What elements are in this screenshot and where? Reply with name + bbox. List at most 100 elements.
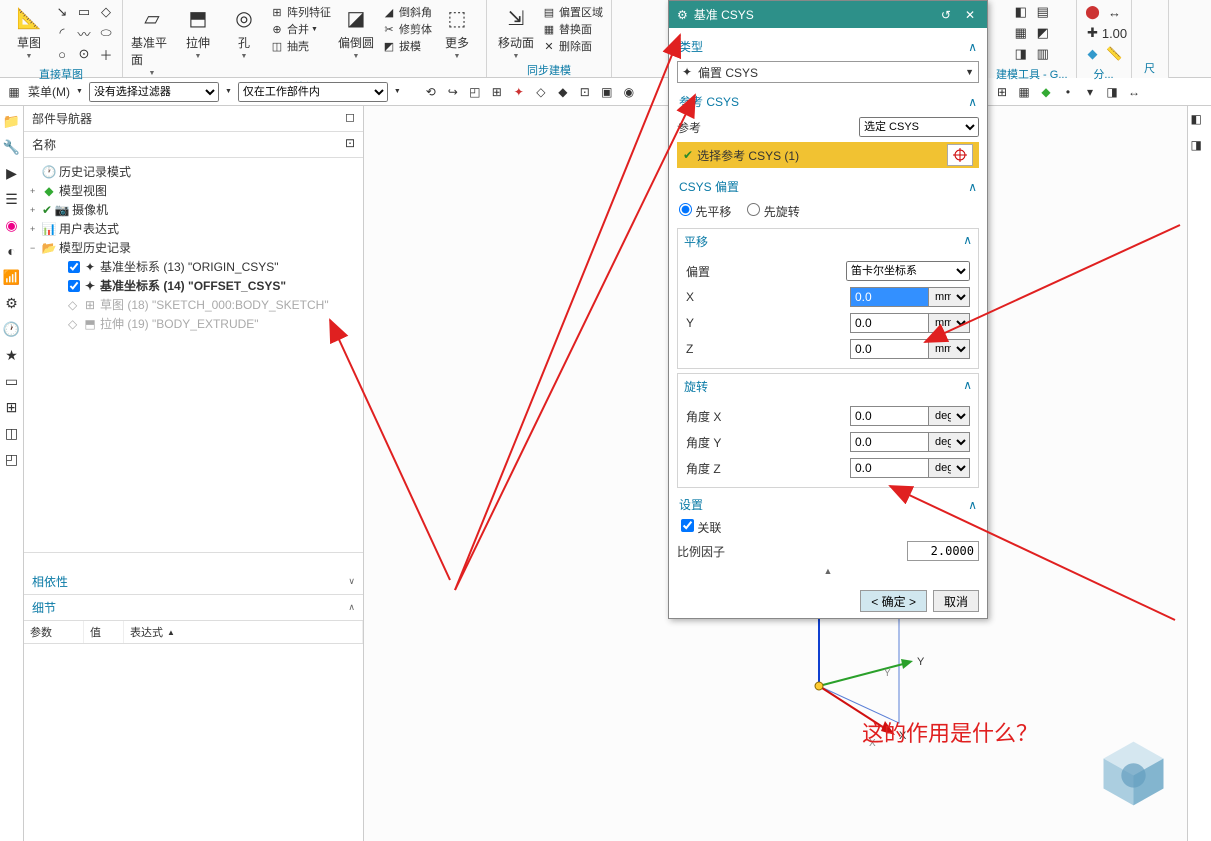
- part-navigator: 部件导航器 ◻ 名称 ⊡ 🕐历史记录模式 +◆模型视图 +✔📷摄像机 +📊用户表达式…: [24, 106, 364, 841]
- arc-icon[interactable]: ◜: [54, 25, 70, 41]
- delete-face-button[interactable]: ✕删除面: [541, 38, 603, 54]
- ribbon-group-build: ◧▦ ◨▤ ◩▥ 建模工具 - G...: [988, 0, 1077, 78]
- undock-icon[interactable]: ◻: [345, 110, 355, 127]
- detail-section[interactable]: 细节∧: [24, 595, 363, 621]
- detail-table: 参数 值 表达式▲: [24, 621, 363, 841]
- more-button[interactable]: ⬚更多▼: [436, 4, 478, 60]
- ribbon-group-dim: 尺: [1132, 0, 1169, 78]
- close-icon[interactable]: ✕: [961, 8, 979, 22]
- replace-face-button[interactable]: ▦替换面: [541, 21, 603, 37]
- dialog-titlebar[interactable]: ⚙ 基准 CSYS ↺ ✕: [669, 1, 987, 28]
- move-face-button[interactable]: ⇲移动面▼: [495, 4, 537, 60]
- rx-input[interactable]: [850, 406, 928, 426]
- ref-type-select[interactable]: 选定 CSYS: [859, 117, 979, 137]
- chamfer-button[interactable]: ◢倒斜角: [381, 4, 432, 20]
- navigator-title: 部件导航器: [32, 110, 92, 127]
- ribbon-group-analyze: ⬤✚ ◆↔ 1.00📏 分...: [1077, 0, 1132, 78]
- nav-tab[interactable]: 📁: [3, 112, 21, 130]
- settings-section[interactable]: 设置∧: [677, 492, 979, 517]
- tree-hscroll[interactable]: [24, 553, 363, 569]
- poly-icon[interactable]: ◇: [98, 4, 114, 20]
- y-unit[interactable]: mm: [928, 313, 970, 333]
- rotate-header[interactable]: 旋转∧: [678, 374, 978, 399]
- menu-button[interactable]: 菜单(M): [28, 83, 70, 100]
- tree-model-view[interactable]: +◆模型视图: [26, 181, 361, 200]
- translate-header[interactable]: 平移∧: [678, 229, 978, 254]
- circle-icon[interactable]: ○: [54, 46, 70, 62]
- hole-button[interactable]: ◎孔▼: [223, 4, 265, 60]
- pattern-button[interactable]: ⊞阵列特征: [269, 4, 331, 20]
- x-unit[interactable]: mm: [928, 287, 970, 307]
- logo-icon: [1096, 736, 1171, 811]
- sketch-button[interactable]: 📐 草图 ▼: [8, 4, 50, 60]
- tree-extrude[interactable]: ◇⬒拉伸 (19) "BODY_EXTRUDE": [26, 314, 361, 333]
- shell-button[interactable]: ◫抽壳: [269, 38, 331, 54]
- scale-input[interactable]: [907, 541, 979, 561]
- annotation-text: 这的作用是什么？: [862, 716, 1038, 748]
- z-input[interactable]: [850, 339, 928, 359]
- specify-csys-button[interactable]: [947, 144, 973, 166]
- nx-icon[interactable]: ▦: [6, 84, 22, 100]
- offset-region-button[interactable]: ▤偏置区域: [541, 4, 603, 20]
- csys-offset-section[interactable]: CSYS 偏置∧: [677, 174, 979, 199]
- datum-plane-button[interactable]: ▱基准平面▼: [131, 4, 173, 77]
- extrude-button[interactable]: ⬒拉伸▼: [177, 4, 219, 60]
- plus-icon[interactable]: ＋: [98, 46, 114, 62]
- assoc-checkbox[interactable]: 关联: [681, 521, 721, 535]
- y-input[interactable]: [850, 313, 928, 333]
- svg-text:Y: Y: [884, 668, 891, 679]
- tree-csys-offset[interactable]: ✦基准坐标系 (14) "OFFSET_CSYS": [26, 276, 361, 295]
- gear-icon: ⚙: [677, 8, 688, 22]
- selection-filter[interactable]: 没有选择过滤器: [89, 82, 219, 102]
- col-toggle[interactable]: ⊡: [345, 136, 355, 153]
- ok-button[interactable]: < 确定 >: [860, 590, 927, 612]
- offset-kind-select[interactable]: 笛卡尔坐标系: [846, 261, 970, 281]
- ellipse-icon[interactable]: ⬭: [98, 25, 114, 41]
- tree-sketch[interactable]: ◇⊞草图 (18) "SKETCH_000:BODY_SKETCH": [26, 295, 361, 314]
- check-icon: ✔: [683, 148, 693, 162]
- ry-input[interactable]: [850, 432, 928, 452]
- reset-icon[interactable]: ↺: [937, 8, 955, 22]
- draft-button[interactable]: ◩拔模: [381, 38, 432, 54]
- point-icon[interactable]: ⊙: [76, 46, 92, 62]
- type-dropdown[interactable]: ✦ 偏置 CSYS ▼: [677, 61, 979, 83]
- cancel-button[interactable]: 取消: [933, 590, 979, 612]
- datum-csys-dialog: ⚙ 基准 CSYS ↺ ✕ 类型∧ ✦ 偏置 CSYS ▼ 参考 CSYS∧ 参…: [668, 0, 988, 619]
- unite-button[interactable]: ⊕合并▼: [269, 21, 331, 37]
- right-resource-bar: ◧ ◨: [1187, 106, 1211, 841]
- expand-toggle[interactable]: ▲: [677, 564, 979, 578]
- line-icon[interactable]: ↘: [54, 4, 70, 20]
- tree-user-expr[interactable]: +📊用户表达式: [26, 219, 361, 238]
- feature-tree: 🕐历史记录模式 +◆模型视图 +✔📷摄像机 +📊用户表达式 −📂模型历史记录 ✦…: [24, 158, 363, 553]
- trim-button[interactable]: ✂修剪体: [381, 21, 432, 37]
- edge-blend-button[interactable]: ◪偏倒圆▼: [335, 4, 377, 60]
- translate-first-radio[interactable]: 先平移: [679, 203, 731, 220]
- rz-input[interactable]: [850, 458, 928, 478]
- tree-model-history[interactable]: −📂模型历史记录: [26, 238, 361, 257]
- dependency-section[interactable]: 相依性∨: [24, 569, 363, 595]
- spline-icon[interactable]: 〰: [76, 25, 92, 41]
- sketch-icon: 📐: [15, 4, 43, 32]
- select-ref-row[interactable]: ✔ 选择参考 CSYS (1): [677, 142, 979, 168]
- ref-csys-section[interactable]: 参考 CSYS∧: [677, 89, 979, 114]
- tree-camera[interactable]: +✔📷摄像机: [26, 200, 361, 219]
- ribbon-group-feature: ▱基准平面▼ ⬒拉伸▼ ◎孔▼ ⊞阵列特征 ⊕合并▼ ◫抽壳 ◪偏倒圆▼ ◢倒斜…: [123, 0, 487, 77]
- tree-csys-origin[interactable]: ✦基准坐标系 (13) "ORIGIN_CSYS": [26, 257, 361, 276]
- col-name[interactable]: 名称: [32, 136, 56, 153]
- type-section[interactable]: 类型∧: [677, 34, 979, 59]
- rect-icon[interactable]: ▭: [76, 4, 92, 20]
- tree-history-mode[interactable]: 🕐历史记录模式: [26, 162, 361, 181]
- group-label-sync: 同步建模: [527, 60, 571, 80]
- rotate-first-radio[interactable]: 先旋转: [747, 203, 799, 220]
- scope-filter[interactable]: 仅在工作部件内: [238, 82, 388, 102]
- rx-unit[interactable]: deg: [928, 406, 970, 426]
- blend-icon: ◪: [342, 4, 370, 32]
- dialog-title: 基准 CSYS: [694, 6, 754, 23]
- x-input[interactable]: [850, 287, 928, 307]
- ry-unit[interactable]: deg: [928, 432, 970, 452]
- rz-unit[interactable]: deg: [928, 458, 970, 478]
- move-icon: ⇲: [502, 4, 530, 32]
- z-unit[interactable]: mm: [928, 339, 970, 359]
- ribbon-group-sync: ⇲移动面▼ ▤偏置区域 ▦替换面 ✕删除面 同步建模: [487, 0, 612, 77]
- csys-offset-icon: ✦: [682, 65, 698, 79]
